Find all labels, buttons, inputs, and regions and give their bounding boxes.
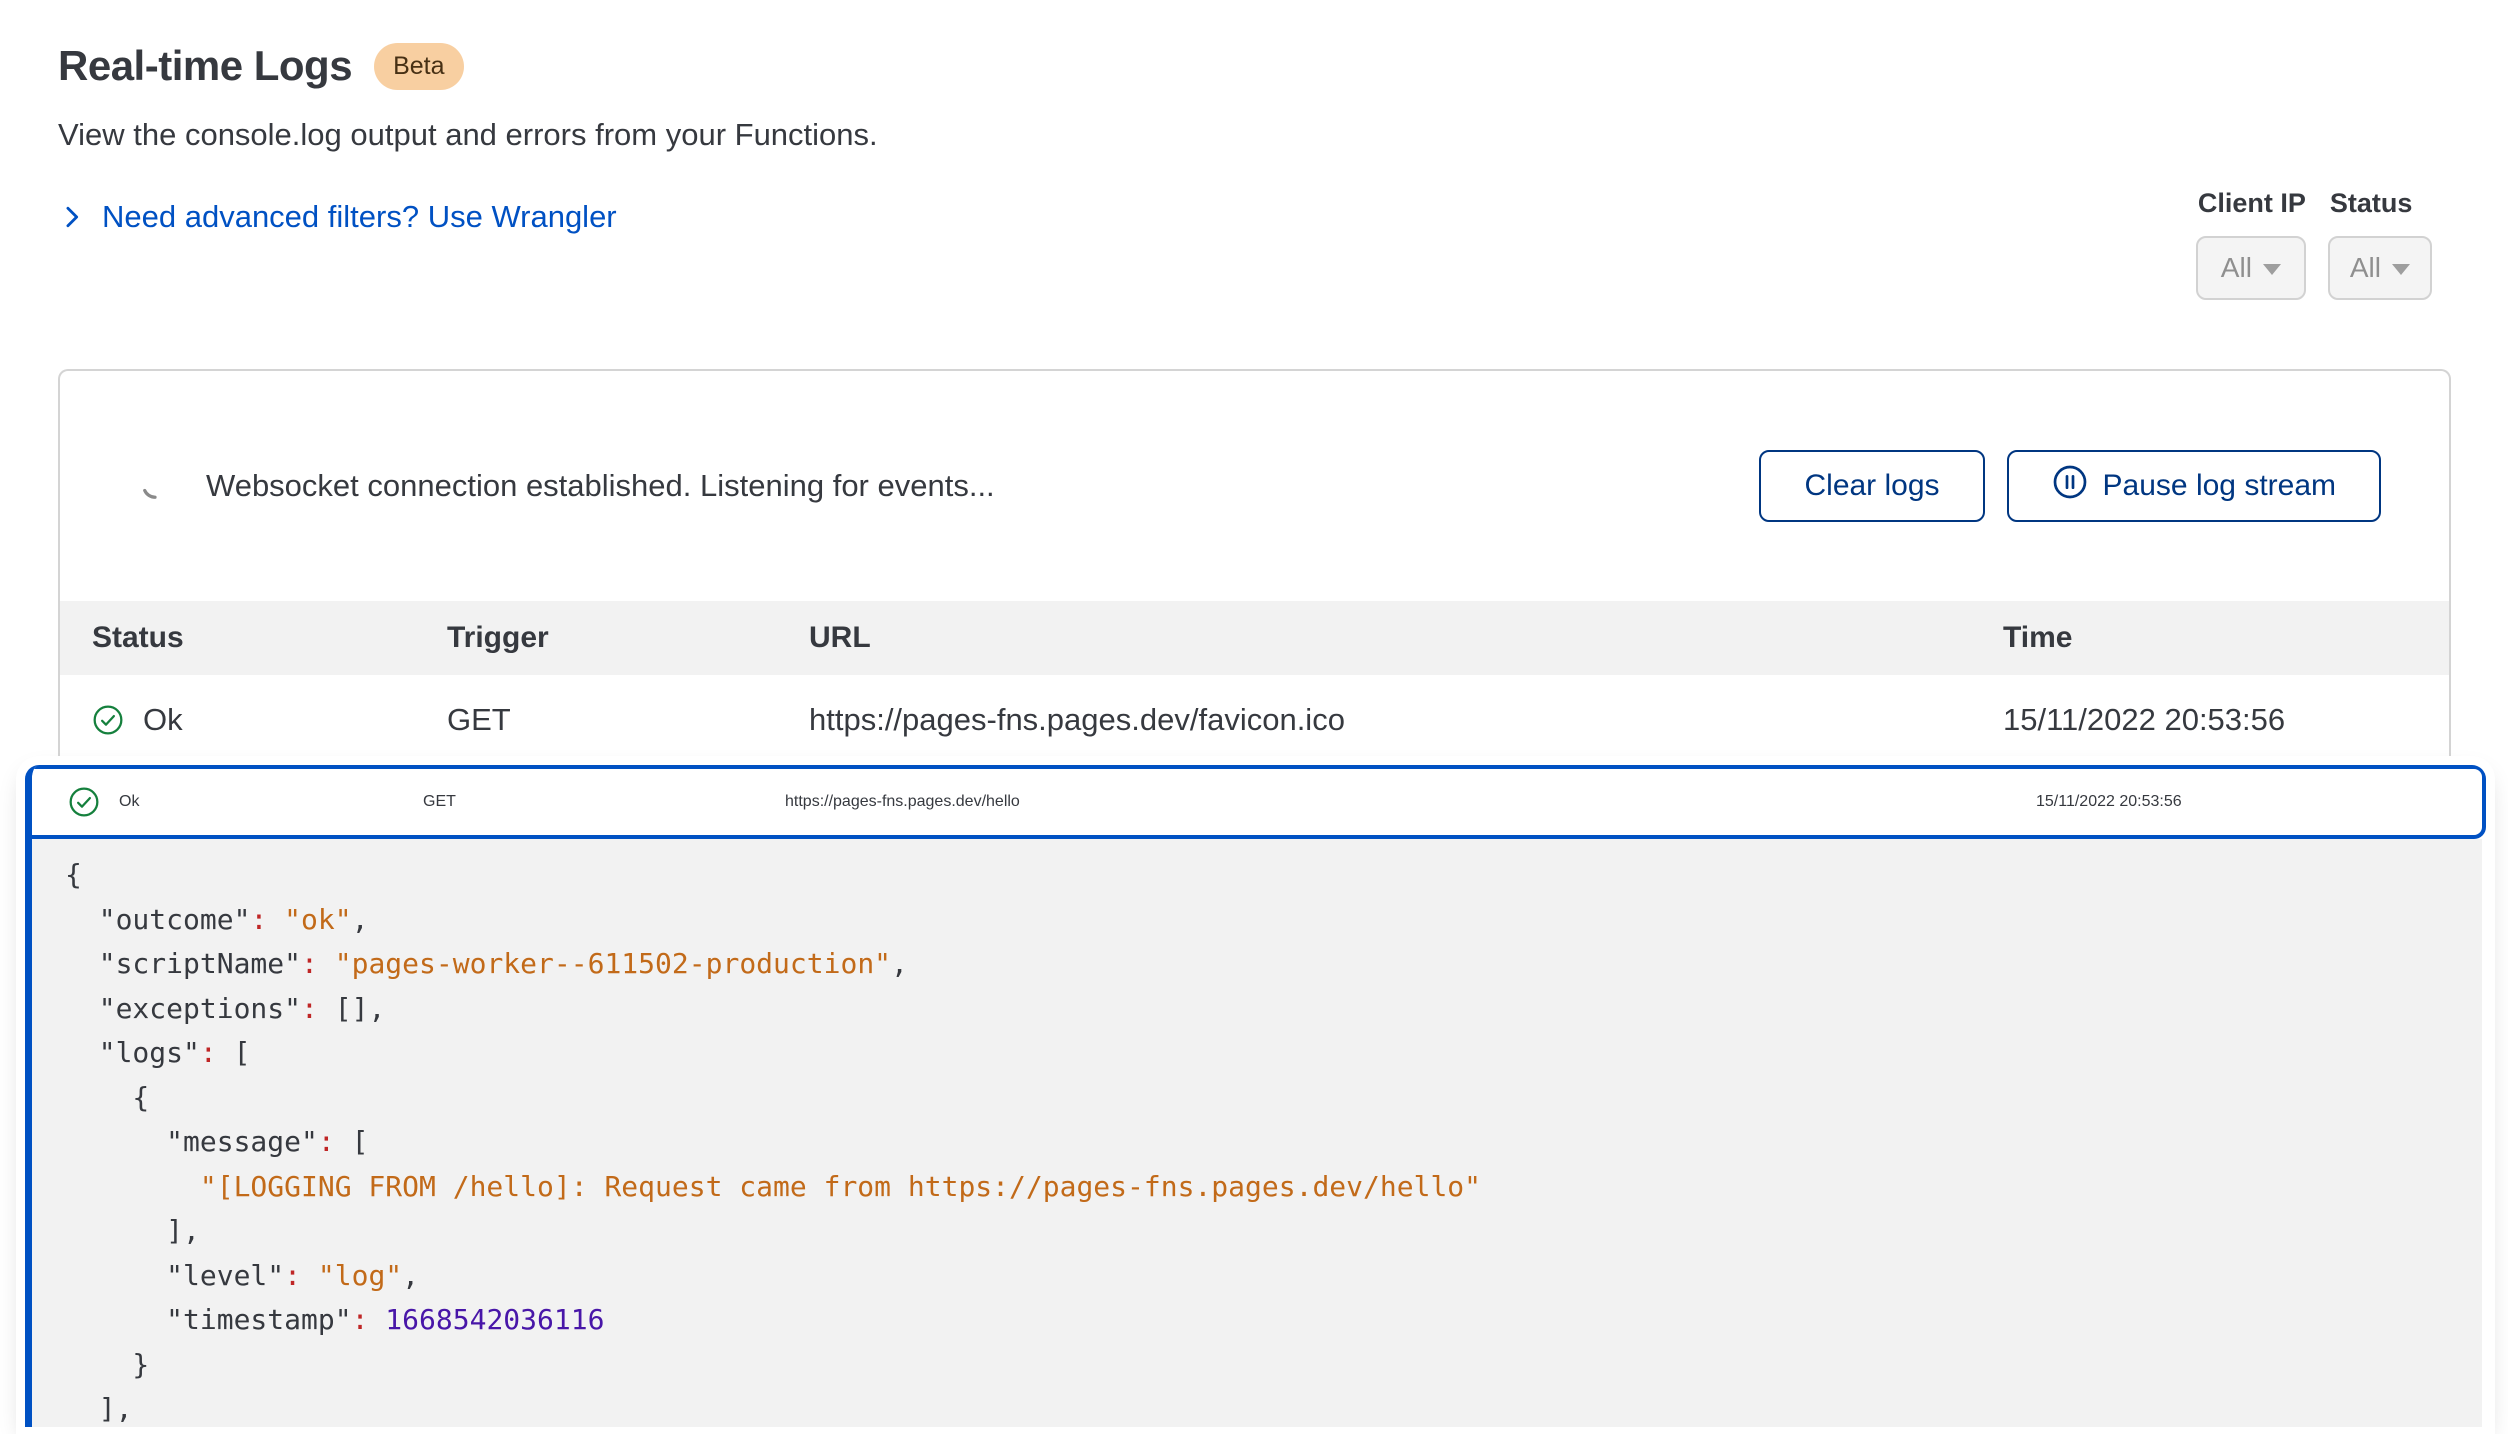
advanced-filters-link[interactable]: Need advanced filters? Use Wrangler <box>58 199 2451 235</box>
url-cell: https://pages-fns.pages.dev/favicon.ico <box>809 702 2003 738</box>
caret-down-icon <box>2263 264 2281 275</box>
log-panel: Websocket connection established. Listen… <box>58 369 2451 1427</box>
column-header-status: Status <box>92 621 447 655</box>
status-text: Ok <box>143 702 183 738</box>
spinner-icon <box>140 471 170 501</box>
status-value: All <box>2350 252 2381 284</box>
table-header: Status Trigger URL Time <box>60 601 2449 675</box>
status-cell: Ok <box>68 786 423 818</box>
column-header-url: URL <box>809 621 2003 655</box>
log-json-detail: { "outcome": "ok", "scriptName": "pages-… <box>32 839 2482 1427</box>
realtime-logs-page: Real-time Logs Beta View the console.log… <box>0 0 2508 1434</box>
check-circle-icon <box>68 786 100 818</box>
pause-log-stream-button[interactable]: Pause log stream <box>2007 450 2381 522</box>
caret-down-icon <box>2392 264 2410 275</box>
pause-circle-icon <box>2052 464 2088 508</box>
status-filter-group: Status All <box>2328 188 2432 300</box>
url-cell: https://pages-fns.pages.dev/hello <box>785 793 2036 811</box>
status-dropdown[interactable]: All <box>2328 236 2432 300</box>
status-text: Ok <box>119 793 139 811</box>
column-header-trigger: Trigger <box>447 621 809 655</box>
page-title: Real-time Logs <box>58 42 352 90</box>
clear-logs-label: Clear logs <box>1804 469 1939 503</box>
check-circle-icon <box>92 704 124 736</box>
table-row[interactable]: Ok GET https://pages-fns.pages.dev/favic… <box>60 675 2449 765</box>
stream-toolbar: Websocket connection established. Listen… <box>60 371 2449 601</box>
beta-badge: Beta <box>374 43 463 90</box>
expanded-log-entry: Ok GET https://pages-fns.pages.dev/hello… <box>25 765 2486 1427</box>
client-ip-filter-group: Client IP All <box>2196 188 2306 300</box>
column-header-time: Time <box>2003 621 2449 655</box>
page-header: Real-time Logs Beta <box>58 42 2451 90</box>
client-ip-value: All <box>2221 252 2252 284</box>
table-row-selected[interactable]: Ok GET https://pages-fns.pages.dev/hello… <box>32 765 2486 839</box>
wrangler-link-text[interactable]: Need advanced filters? Use Wrangler <box>102 199 617 235</box>
time-cell: 15/11/2022 20:53:56 <box>2036 793 2482 811</box>
filters: Client IP All Status All <box>2196 188 2432 300</box>
pause-log-stream-label: Pause log stream <box>2103 469 2336 503</box>
client-ip-dropdown[interactable]: All <box>2196 236 2306 300</box>
trigger-cell: GET <box>447 702 809 738</box>
clear-logs-button[interactable]: Clear logs <box>1759 450 1984 522</box>
client-ip-label: Client IP <box>2196 188 2306 219</box>
stream-status-message: Websocket connection established. Listen… <box>206 468 995 504</box>
page-subtitle: View the console.log output and errors f… <box>58 117 2451 153</box>
time-cell: 15/11/2022 20:53:56 <box>2003 702 2449 738</box>
status-cell: Ok <box>92 702 447 738</box>
trigger-cell: GET <box>423 793 785 811</box>
status-label: Status <box>2328 188 2432 219</box>
chevron-right-icon <box>58 203 86 231</box>
